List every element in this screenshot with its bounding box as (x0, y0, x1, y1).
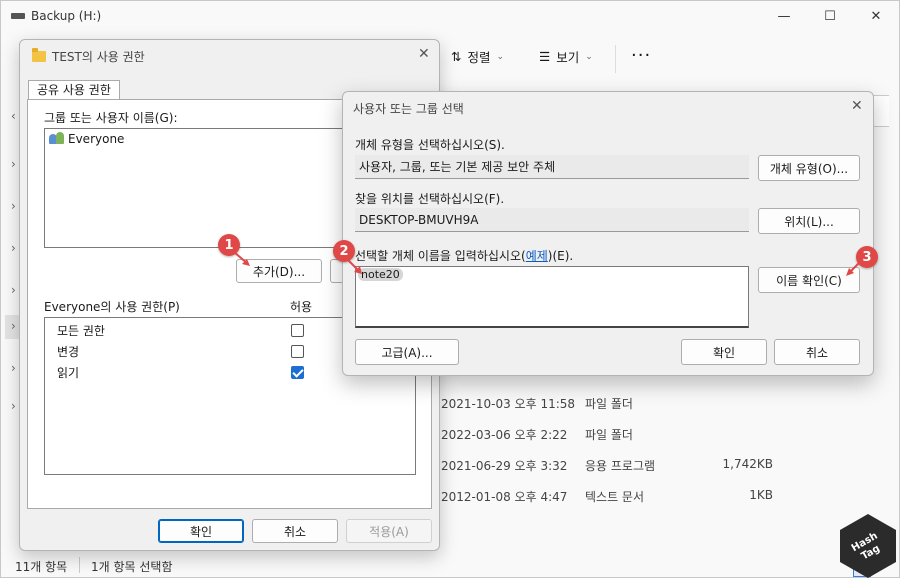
arrow-icon (846, 261, 861, 276)
expand-chevron-icon[interactable]: › (11, 361, 16, 375)
expand-chevron-icon[interactable]: › (11, 157, 16, 171)
expand-chevron-icon[interactable]: › (11, 319, 16, 333)
dialog-title-bar: TEST의 사용 권한 (32, 48, 145, 65)
expand-chevron-icon[interactable]: › (11, 241, 16, 255)
close-window-button[interactable]: ✕ (853, 1, 899, 31)
dialog-title: TEST의 사용 권한 (52, 50, 145, 64)
sort-icon: ⇅ (451, 49, 462, 64)
locations-button[interactable]: 위치(L)... (758, 208, 860, 234)
enter-names-label: 선택할 개체 이름을 입력하십시오(예제)(E). (355, 249, 574, 263)
object-types-button[interactable]: 개체 유형(O)... (758, 155, 860, 181)
file-row[interactable]: 2022-03-06 오후 2:22 파일 폴더 (441, 426, 773, 443)
close-icon[interactable]: ✕ (418, 46, 430, 62)
sort-button[interactable]: ⇅ 정렬 ⌄ (451, 47, 504, 66)
hashtag-logo: Hash Tag (840, 514, 896, 578)
object-type-field: 사용자, 그룹, 또는 기본 제공 보안 주체 (355, 155, 749, 179)
status-selected-count: 1개 항목 선택함 (91, 560, 173, 574)
permissions-label: Everyone의 사용 권한(P) (44, 300, 180, 314)
allow-checkbox-read[interactable] (291, 366, 304, 379)
cancel-button[interactable]: 취소 (774, 339, 860, 365)
apply-button[interactable]: 적용(A) (346, 519, 432, 543)
location-field: DESKTOP-BMUVH9A (355, 208, 749, 232)
select-users-dialog: 사용자 또는 그룹 선택 ✕ 개체 유형을 선택하십시오(S). 사용자, 그룹… (342, 91, 874, 376)
advanced-button[interactable]: 고급(A)... (355, 339, 459, 365)
ok-button[interactable]: 확인 (681, 339, 767, 365)
chevron-down-icon: ⌄ (496, 51, 505, 62)
ok-button[interactable]: 확인 (158, 519, 244, 543)
group-label: 그룹 또는 사용자 이름(G): (44, 111, 178, 125)
folder-icon (32, 48, 46, 62)
maximize-button[interactable]: ☐ (807, 1, 853, 31)
expand-chevron-icon[interactable]: › (11, 283, 16, 297)
view-button[interactable]: ☰ 보기 ⌄ (539, 47, 593, 66)
object-type-label: 개체 유형을 선택하십시오(S). (355, 138, 505, 152)
allow-checkbox-full-control[interactable] (291, 324, 304, 337)
allow-column-header: 허용 (290, 300, 313, 314)
drive-icon (11, 13, 25, 19)
arrow-icon (233, 251, 250, 266)
cancel-button[interactable]: 취소 (252, 519, 338, 543)
file-row[interactable]: 2012-01-08 오후 4:47 텍스트 문서 1KB (441, 488, 773, 505)
examples-link[interactable]: 예제 (526, 249, 548, 263)
location-label: 찾을 위치를 선택하십시오(F). (355, 192, 505, 206)
sort-label: 정렬 (467, 50, 491, 65)
view-label: 보기 (556, 50, 580, 65)
minimize-button[interactable]: — (761, 1, 807, 31)
more-options-button[interactable]: ··· (631, 45, 651, 66)
file-row[interactable]: 2021-06-29 오후 3:32 응용 프로그램 1,742KB (441, 457, 773, 474)
expand-chevron-icon[interactable]: › (11, 199, 16, 213)
toolbar-divider (615, 45, 616, 73)
status-divider (79, 557, 80, 573)
window-title: Backup (H:) (31, 9, 102, 23)
users-icon (49, 132, 65, 144)
back-icon[interactable]: ‹ (11, 109, 16, 123)
chevron-down-icon: ⌄ (585, 51, 593, 62)
arrow-icon (345, 257, 362, 274)
file-row[interactable]: 2021-10-03 오후 11:58 파일 폴더 (441, 395, 773, 412)
close-icon[interactable]: ✕ (851, 98, 863, 114)
status-item-count: 11개 항목 (15, 560, 68, 574)
expand-chevron-icon[interactable]: › (11, 399, 16, 413)
tab-share-permissions[interactable]: 공유 사용 권한 (28, 80, 120, 100)
view-list-icon: ☰ (539, 49, 551, 64)
entered-name: note20 (358, 268, 403, 281)
object-names-input[interactable]: note20 (355, 266, 749, 328)
dialog-title: 사용자 또는 그룹 선택 (353, 102, 464, 116)
allow-checkbox-change[interactable] (291, 345, 304, 358)
